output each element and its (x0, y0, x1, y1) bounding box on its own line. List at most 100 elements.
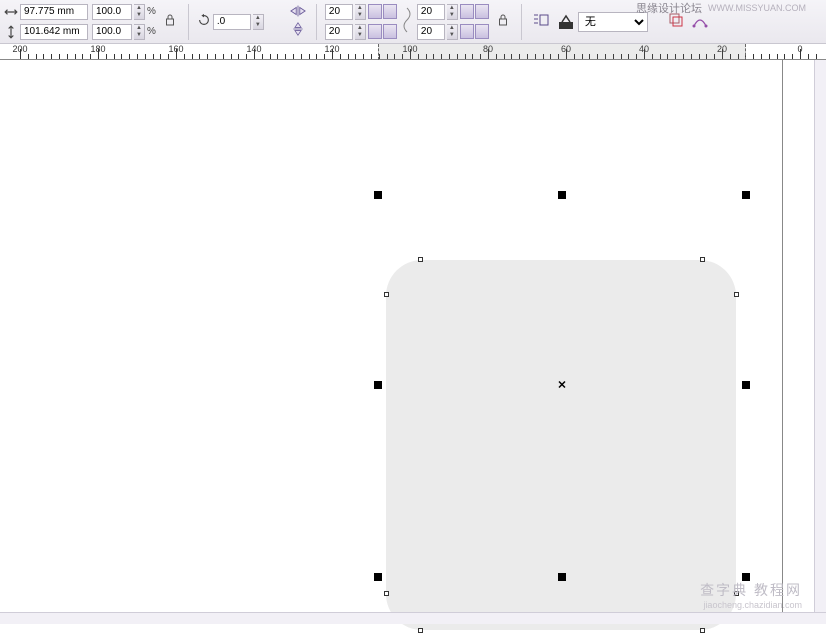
ruler-tick-minor (784, 54, 785, 59)
ruler-tick-minor (238, 54, 239, 59)
sel-handle-ml[interactable] (374, 381, 382, 389)
ruler-tick-minor (75, 54, 76, 59)
wrap-flow-icon (533, 12, 551, 31)
lock-corners-button[interactable] (493, 12, 513, 32)
corner-node-lt[interactable] (384, 292, 389, 297)
ruler-label: 140 (246, 44, 261, 54)
ruler-tick-minor (309, 54, 310, 59)
ruler-tick-minor (145, 54, 146, 59)
corner-link-icon (401, 6, 413, 37)
rotation-spinner[interactable]: ▲▼ (253, 14, 264, 30)
horizontal-scrollbar[interactable] (0, 612, 826, 624)
corner-tl-spinner[interactable]: ▲▼ (355, 4, 366, 20)
ruler-tick-minor (160, 54, 161, 59)
corner-node-tr[interactable] (700, 257, 705, 262)
ruler-tick-minor (363, 54, 364, 59)
ruler-tick-minor (316, 54, 317, 59)
corner-bl-style-buttons[interactable] (368, 24, 397, 39)
header-watermark: 思缘设计论坛 WWW.MISSYUAN.COM (636, 0, 806, 16)
corner-bl-spinner[interactable]: ▲▼ (355, 24, 366, 40)
footer-watermark-sub: jiaocheng.chazidian.com (700, 600, 802, 610)
sel-handle-bm[interactable] (558, 573, 566, 581)
ruler-tick-minor (168, 54, 169, 59)
scale-y-input[interactable] (92, 24, 132, 40)
scale-x-input[interactable] (92, 4, 132, 20)
ruler-tick-minor (121, 54, 122, 59)
toolbar-divider-3 (521, 4, 522, 40)
mirror-group (288, 5, 308, 39)
corner-tl-input[interactable] (325, 4, 353, 20)
ruler-tick-minor (199, 54, 200, 59)
lock-ratio-button[interactable] (160, 12, 180, 32)
ruler-tick-minor (43, 54, 44, 59)
corner-tr-spinner[interactable]: ▲▼ (447, 4, 458, 20)
selection-center-icon[interactable]: ✕ (557, 379, 566, 392)
sel-handle-mr[interactable] (742, 381, 750, 389)
outline-color-box[interactable] (558, 14, 574, 30)
pos-x-input[interactable] (20, 4, 88, 20)
percent-label-y: % (147, 26, 156, 37)
ruler-tick-minor (277, 54, 278, 59)
corner-node-tl[interactable] (418, 257, 423, 262)
ruler-tick-minor (129, 54, 130, 59)
rotation-group: ▲▼ (197, 13, 264, 30)
corner-node-rt[interactable] (734, 292, 739, 297)
ruler-label: 200 (12, 44, 27, 54)
ruler-tick-minor (769, 54, 770, 59)
corner-bl-input[interactable] (325, 24, 353, 40)
mirror-horiz-icon (290, 4, 306, 21)
ruler-tick-minor (207, 54, 208, 59)
ruler-tick-minor (51, 54, 52, 59)
toolbar-divider-1 (188, 4, 189, 40)
ruler-tick-minor (285, 54, 286, 59)
ruler-tick-minor (67, 54, 68, 59)
corner-br-style-buttons[interactable] (460, 24, 489, 39)
rotate-icon (197, 13, 211, 30)
ruler-selection-indicator (378, 44, 746, 60)
corner-node-bl[interactable] (418, 628, 423, 633)
canvas-area[interactable]: ✕ (0, 60, 814, 612)
mirror-horiz-button[interactable] (288, 5, 308, 21)
ruler-tick-minor (137, 54, 138, 59)
scale-x-spinner[interactable]: ▲▼ (134, 4, 145, 20)
scale-group: ▲▼ % ▲▼ % (92, 3, 156, 41)
ruler-tick-minor (246, 54, 247, 59)
ruler-tick-minor (792, 54, 793, 59)
corner-node-br[interactable] (700, 628, 705, 633)
wrap-flow-button[interactable] (530, 12, 554, 32)
percent-label-x: % (147, 6, 156, 17)
ruler-tick-minor (184, 54, 185, 59)
mirror-vert-icon (290, 22, 306, 39)
scale-y-spinner[interactable]: ▲▼ (134, 24, 145, 40)
ruler-tick-minor (82, 54, 83, 59)
horizontal-ruler: 200180160140120100806040200 (0, 44, 826, 60)
lock-icon-2 (498, 14, 508, 29)
corner-tl-style-buttons[interactable] (368, 4, 397, 19)
ruler-tick-minor (761, 54, 762, 59)
watermark-text: 思缘设计论坛 (636, 0, 702, 16)
ruler-tick-minor (371, 54, 372, 59)
ruler-tick-minor (816, 54, 817, 59)
rotation-input[interactable] (213, 14, 251, 30)
horiz-pos-icon (4, 5, 18, 19)
corner-br-input[interactable] (417, 24, 445, 40)
pos-y-input[interactable] (20, 24, 88, 40)
ruler-label: 180 (90, 44, 105, 54)
sel-handle-tr[interactable] (742, 191, 750, 199)
sel-handle-tm[interactable] (558, 191, 566, 199)
vert-pos-icon (4, 25, 18, 39)
vertical-scrollbar[interactable] (814, 60, 826, 612)
corner-node-lb[interactable] (384, 591, 389, 596)
sel-handle-bl[interactable] (374, 573, 382, 581)
lock-icon (165, 14, 175, 29)
ruler-tick-minor (348, 54, 349, 59)
mirror-vert-button[interactable] (288, 23, 308, 39)
corner-tr-input[interactable] (417, 4, 445, 20)
ruler-tick-minor (777, 54, 778, 59)
sel-handle-tl[interactable] (374, 191, 382, 199)
corner-tr-style-buttons[interactable] (460, 4, 489, 19)
ruler-tick-minor (262, 54, 263, 59)
ruler-tick-minor (215, 54, 216, 59)
ruler-tick-minor (36, 54, 37, 59)
corner-br-spinner[interactable]: ▲▼ (447, 24, 458, 40)
